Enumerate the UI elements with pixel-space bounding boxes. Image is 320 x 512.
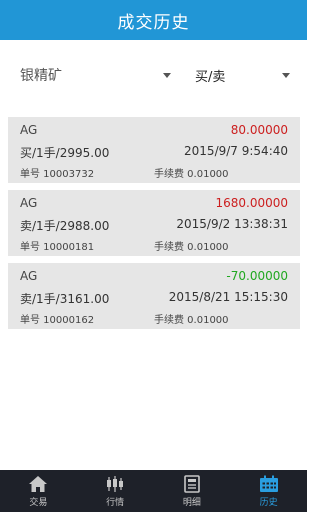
tab-label: 历史 xyxy=(259,497,278,508)
chevron-down-icon xyxy=(282,73,290,78)
trade-order-number: 单号 10000181 xyxy=(20,242,95,253)
filter-row: 银精矿 买/卖 xyxy=(0,40,307,108)
page-title: 成交历史 xyxy=(117,12,190,33)
trade-amount: 1680.00000 xyxy=(215,196,288,210)
side-dropdown[interactable]: 买/卖 xyxy=(195,64,295,86)
trade-item[interactable]: AG 80.00000 买/1手/2995.00 2015/9/7 9:54:4… xyxy=(8,117,300,183)
trade-detail: 买/1手/2995.00 xyxy=(20,146,110,160)
trade-time: 2015/9/7 9:54:40 xyxy=(184,144,288,158)
trade-fee: 手续费 0.01000 xyxy=(154,169,229,180)
trade-list: AG 80.00000 买/1手/2995.00 2015/9/7 9:54:4… xyxy=(8,117,300,336)
trade-fee: 手续费 0.01000 xyxy=(154,242,229,253)
trade-detail: 卖/1手/3161.00 xyxy=(20,292,110,306)
trade-amount: -70.00000 xyxy=(226,269,288,283)
trade-fee: 手续费 0.01000 xyxy=(154,315,229,326)
trade-symbol: AG xyxy=(20,123,38,137)
detail-icon xyxy=(184,474,200,493)
trade-amount: 80.00000 xyxy=(230,123,288,137)
tab-label: 行情 xyxy=(106,497,125,508)
bottom-tab-bar: 交易 行情 明细 历史 xyxy=(0,470,307,512)
trade-time: 2015/8/21 15:15:30 xyxy=(168,290,288,304)
chevron-down-icon xyxy=(163,73,171,78)
product-dropdown-value: 银精矿 xyxy=(20,68,62,84)
trade-symbol: AG xyxy=(20,269,38,283)
trade-symbol: AG xyxy=(20,196,38,210)
app-header: 成交历史 xyxy=(0,0,307,40)
home-icon xyxy=(29,475,48,492)
tab-label: 交易 xyxy=(29,497,48,508)
trade-time: 2015/9/2 13:38:31 xyxy=(176,217,288,231)
candlestick-icon xyxy=(107,475,124,492)
tab-market[interactable]: 行情 xyxy=(77,470,154,512)
trade-item[interactable]: AG -70.00000 卖/1手/3161.00 2015/8/21 15:1… xyxy=(8,263,300,329)
tab-label: 明细 xyxy=(182,497,201,508)
side-dropdown-value: 买/卖 xyxy=(195,69,226,85)
trade-order-number: 单号 10003732 xyxy=(20,169,95,180)
product-dropdown[interactable]: 银精矿 xyxy=(20,64,180,86)
trade-order-number: 单号 10000162 xyxy=(20,315,95,326)
trade-detail: 卖/1手/2988.00 xyxy=(20,219,110,233)
tab-detail[interactable]: 明细 xyxy=(154,470,231,512)
tab-trade[interactable]: 交易 xyxy=(0,470,77,512)
calendar-icon xyxy=(259,475,278,492)
trade-item[interactable]: AG 1680.00000 卖/1手/2988.00 2015/9/2 13:3… xyxy=(8,190,300,256)
tab-history[interactable]: 历史 xyxy=(230,470,307,512)
